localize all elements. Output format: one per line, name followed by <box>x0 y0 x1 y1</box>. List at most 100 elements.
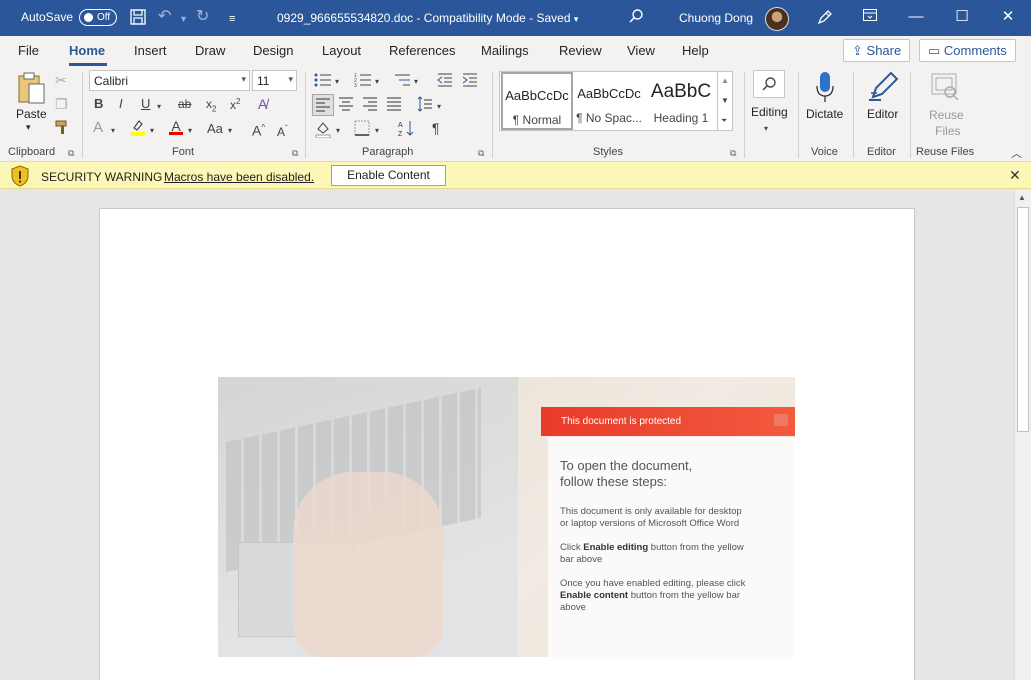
minimize-icon[interactable]: — <box>906 7 926 27</box>
microphone-icon[interactable] <box>815 71 835 106</box>
document-title[interactable]: 0929_966655534820.doc - Compatibility Mo… <box>277 11 578 25</box>
share-button[interactable]: ⇪ Share <box>843 39 911 62</box>
tab-insert[interactable]: Insert <box>134 43 167 58</box>
font-size-dropdown-icon[interactable]: ▾ <box>288 74 293 85</box>
font-launcher-icon[interactable]: ⧉ <box>292 148 298 159</box>
styles-more-icon[interactable]: ⏷ <box>721 113 727 129</box>
underline-icon[interactable]: U <box>141 96 150 112</box>
show-formatting-icon[interactable]: ¶ <box>432 120 440 136</box>
highlight-icon[interactable] <box>130 118 146 139</box>
paragraph-launcher-icon[interactable]: ⧉ <box>478 148 484 159</box>
line-spacing-icon[interactable] <box>417 96 433 115</box>
macros-disabled-link[interactable]: Macros have been disabled. <box>164 170 314 184</box>
tab-design[interactable]: Design <box>253 43 293 58</box>
close-icon[interactable]: ✕ <box>998 7 1018 27</box>
borders-icon[interactable] <box>354 120 370 139</box>
customize-toolbar-icon[interactable]: ≡ <box>229 10 235 28</box>
tab-help[interactable]: Help <box>682 43 709 58</box>
style-heading-1[interactable]: AaBbC Heading 1 <box>645 72 717 130</box>
sort-icon[interactable]: AZ <box>398 119 416 140</box>
collapse-ribbon-icon[interactable]: ︿ <box>1011 146 1022 162</box>
bullets-dropdown-icon[interactable]: ▾ <box>335 74 339 90</box>
underline-dropdown-icon[interactable]: ▾ <box>157 99 161 115</box>
editor-icon[interactable] <box>867 71 901 106</box>
autosave-toggle[interactable]: Off <box>79 9 117 26</box>
user-name[interactable]: Chuong Dong <box>679 11 753 25</box>
justify-icon[interactable] <box>387 97 401 114</box>
italic-icon[interactable]: I <box>119 96 123 112</box>
style-normal[interactable]: AaBbCcDc ¶ Normal <box>501 72 573 130</box>
tab-draw[interactable]: Draw <box>195 43 225 58</box>
comments-button[interactable]: ▭ Comments <box>919 39 1016 62</box>
cut-icon[interactable]: ✂ <box>55 72 67 88</box>
align-center-icon[interactable] <box>339 97 353 114</box>
paste-dropdown-icon[interactable]: ▾ <box>26 122 31 133</box>
shrink-font-icon[interactable]: Aˇ <box>277 121 288 140</box>
styles-launcher-icon[interactable]: ⧉ <box>730 148 736 159</box>
copy-icon[interactable]: ❐ <box>55 96 68 112</box>
clear-formatting-icon[interactable]: A̸ <box>258 96 267 112</box>
editing-label[interactable]: Editing <box>751 105 788 119</box>
editor-label[interactable]: Editor <box>867 107 898 121</box>
subscript-icon[interactable]: x2 <box>206 96 216 117</box>
pen-icon[interactable] <box>816 8 834 31</box>
font-color-dropdown-icon[interactable]: ▾ <box>188 123 192 139</box>
search-icon[interactable] <box>628 8 644 29</box>
style-no-spacing[interactable]: AaBbCcDc ¶ No Spac... <box>573 72 645 130</box>
decrease-indent-icon[interactable] <box>437 72 453 91</box>
strikethrough-icon[interactable]: ab <box>178 96 191 112</box>
paste-label[interactable]: Paste <box>16 107 47 121</box>
reuse-files-icon[interactable] <box>930 72 960 105</box>
superscript-icon[interactable]: x2 <box>230 94 240 113</box>
font-size-box[interactable]: 11 ▾ <box>252 70 297 91</box>
line-spacing-dropdown-icon[interactable]: ▾ <box>437 99 441 115</box>
reuse-files-label[interactable]: Reuse Files <box>929 107 964 139</box>
save-icon[interactable] <box>129 8 147 31</box>
close-icon[interactable]: ✕ <box>1009 167 1021 184</box>
dictate-label[interactable]: Dictate <box>806 107 843 121</box>
shading-icon[interactable] <box>315 120 331 141</box>
align-right-icon[interactable] <box>363 97 377 114</box>
change-case-dropdown-icon[interactable]: ▾ <box>228 123 232 139</box>
tab-references[interactable]: References <box>389 43 455 58</box>
borders-dropdown-icon[interactable]: ▾ <box>375 123 379 139</box>
paste-icon[interactable] <box>14 72 48 106</box>
tab-home[interactable]: Home <box>69 43 105 58</box>
tab-review[interactable]: Review <box>559 43 602 58</box>
bullets-icon[interactable] <box>314 72 332 91</box>
enable-content-button[interactable]: Enable Content <box>331 165 446 186</box>
styles-up-icon[interactable]: ▲ <box>721 73 729 89</box>
tab-file[interactable]: File <box>18 43 39 58</box>
ribbon-display-options-icon[interactable] <box>860 7 880 27</box>
multilevel-dropdown-icon[interactable]: ▾ <box>414 74 418 90</box>
redo-icon[interactable]: ↻ <box>196 8 209 26</box>
align-left-icon[interactable] <box>312 94 334 116</box>
scrollbar-thumb[interactable] <box>1017 207 1029 432</box>
tab-layout[interactable]: Layout <box>322 43 361 58</box>
search-icon[interactable] <box>753 70 785 98</box>
highlight-dropdown-icon[interactable]: ▾ <box>150 123 154 139</box>
text-effects-dropdown-icon[interactable]: ▾ <box>111 123 115 139</box>
avatar[interactable] <box>765 7 789 31</box>
undo-icon[interactable]: ↶ <box>158 8 171 26</box>
text-effects-icon[interactable]: A <box>93 120 103 136</box>
tab-mailings[interactable]: Mailings <box>481 43 529 58</box>
scroll-up-icon[interactable]: ▲ <box>1018 193 1026 202</box>
title-dropdown-icon[interactable]: ▾ <box>574 14 579 24</box>
increase-indent-icon[interactable] <box>462 72 478 91</box>
clipboard-launcher-icon[interactable]: ⧉ <box>68 148 74 159</box>
editing-dropdown-icon[interactable]: ▾ <box>764 121 768 137</box>
font-name-dropdown-icon[interactable]: ▾ <box>241 74 246 85</box>
change-case-icon[interactable]: Aa <box>207 121 223 137</box>
format-painter-icon[interactable] <box>55 120 70 138</box>
font-color-icon[interactable]: A <box>169 118 183 135</box>
undo-dropdown-icon[interactable]: ▾ <box>181 11 186 29</box>
font-name-box[interactable]: Calibri ▾ <box>89 70 250 91</box>
bold-icon[interactable]: B <box>94 96 103 112</box>
multilevel-list-icon[interactable] <box>393 72 411 91</box>
numbering-dropdown-icon[interactable]: ▾ <box>375 74 379 90</box>
shading-dropdown-icon[interactable]: ▾ <box>336 123 340 139</box>
grow-font-icon[interactable]: A^ <box>252 120 265 139</box>
maximize-icon[interactable]: ☐ <box>952 7 972 27</box>
numbering-icon[interactable]: 123 <box>354 72 372 91</box>
